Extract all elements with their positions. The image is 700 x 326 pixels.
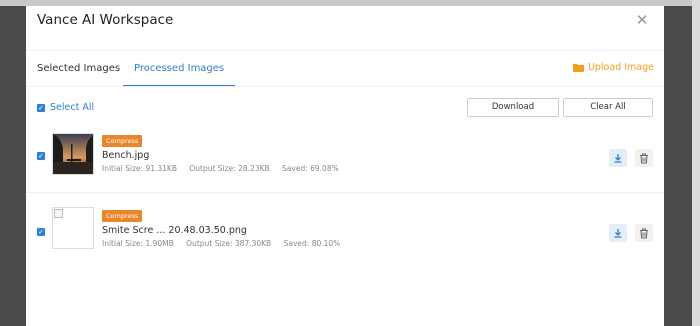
tab-selected-images[interactable]: Selected Images [26, 52, 131, 86]
download-icon [614, 229, 622, 238]
row-checkbox[interactable]: ✓ [37, 152, 45, 160]
header-divider [26, 50, 664, 51]
file-name: Smite Scre ... 20.48.03.50.png [102, 225, 247, 236]
file-meta: Initial Size: 91.31KB Output Size: 28.23… [102, 164, 349, 173]
screenshot-thumbnail [52, 207, 94, 249]
broken-image-icon [54, 209, 63, 218]
download-item-button[interactable] [609, 149, 627, 167]
saved-percent: Saved: 69.08% [282, 164, 339, 173]
modal-title: Vance AI Workspace [37, 12, 174, 28]
tab-label: Selected Images [37, 63, 121, 74]
tab-bar: Selected Images Processed Images [26, 52, 664, 87]
saved-percent: Saved: 80.10% [283, 239, 341, 248]
compress-badge: Compress [102, 135, 143, 147]
row-divider [26, 192, 664, 193]
backdrop-right [692, 0, 700, 326]
file-name: Bench.jpg [102, 150, 150, 161]
list-item: ✓ Compress Smite Scre ... 20.48.03.50.pn… [26, 203, 664, 265]
trash-icon [640, 153, 648, 163]
initial-size: Initial Size: 1.90MB [102, 239, 174, 248]
download-all-button[interactable]: Download [467, 98, 559, 117]
download-item-button[interactable] [609, 224, 627, 242]
workspace-modal: Vance AI Workspace ✕ Selected Images Pro… [26, 6, 664, 326]
initial-size: Initial Size: 91.31KB [102, 164, 177, 173]
close-icon[interactable]: ✕ [634, 11, 650, 29]
folder-icon [572, 64, 584, 72]
checkbox-checked-icon: ✓ [37, 103, 45, 112]
bench-thumbnail [52, 133, 94, 175]
clear-all-button[interactable]: Clear All [563, 98, 653, 117]
upload-image-button[interactable]: Upload Image [572, 62, 654, 73]
list-item: ✓ Compress Bench.jpg Initial Size: 91.31… [26, 128, 664, 190]
output-size: Output Size: 387.30KB [186, 239, 272, 248]
select-all-label: Select All [50, 102, 95, 113]
tab-label: Processed Images [134, 63, 225, 74]
download-icon [614, 154, 622, 163]
delete-item-button[interactable] [635, 149, 653, 167]
sunset-bench-image [53, 134, 93, 174]
trash-icon [640, 228, 648, 238]
tab-processed-images[interactable]: Processed Images [123, 52, 236, 87]
file-meta: Initial Size: 1.90MB Output Size: 387.30… [102, 239, 350, 248]
upload-label: Upload Image [587, 62, 654, 73]
delete-item-button[interactable] [635, 224, 653, 242]
row-checkbox[interactable]: ✓ [37, 228, 45, 236]
tabs-divider [26, 86, 664, 87]
output-size: Output Size: 28.23KB [189, 164, 270, 173]
compress-badge: Compress [102, 210, 143, 222]
select-all-checkbox[interactable]: ✓ Select All [37, 102, 94, 113]
